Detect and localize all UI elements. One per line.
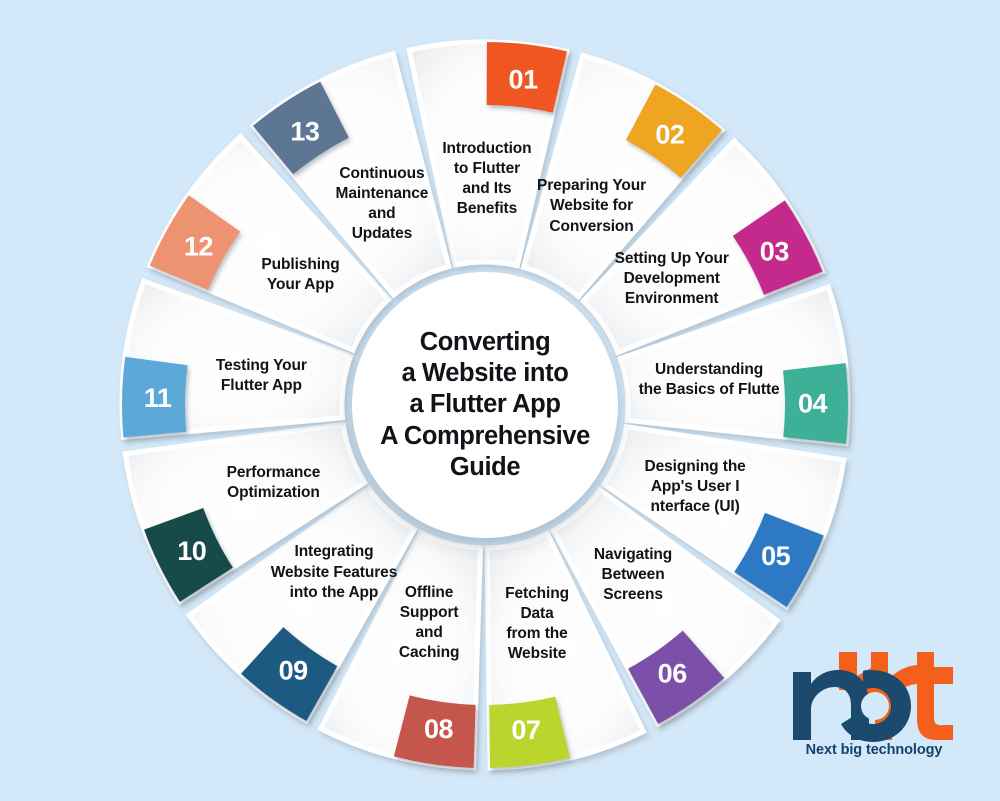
- segment-number-04: 04: [798, 389, 828, 419]
- segment-number-11: 11: [144, 383, 172, 413]
- segment-number-09: 09: [279, 655, 309, 685]
- segment-number-02: 02: [655, 120, 684, 150]
- segment-number-12: 12: [184, 232, 213, 262]
- segment-number-13: 13: [290, 116, 320, 146]
- segment-number-10: 10: [177, 536, 206, 566]
- segment-number-07: 07: [511, 715, 540, 745]
- segment-number-01: 01: [509, 65, 539, 95]
- center-hub: Converting a Website into a Flutter App …: [352, 272, 618, 538]
- nbt-logo-icon: [793, 652, 953, 742]
- segment-number-06: 06: [658, 659, 688, 689]
- brand-logo[interactable]: Next big technology: [779, 650, 969, 775]
- logo-tagline: Next big technology: [805, 742, 943, 758]
- segment-number-08: 08: [424, 714, 454, 744]
- infographic-canvas: 01 02 03 04 05 06 07 08 09 10 11 12 13 Introduction …: [0, 0, 1000, 801]
- segment-number-05: 05: [761, 541, 791, 571]
- page-title: Converting a Website into a Flutter App …: [380, 328, 590, 481]
- segment-number-03: 03: [760, 237, 790, 267]
